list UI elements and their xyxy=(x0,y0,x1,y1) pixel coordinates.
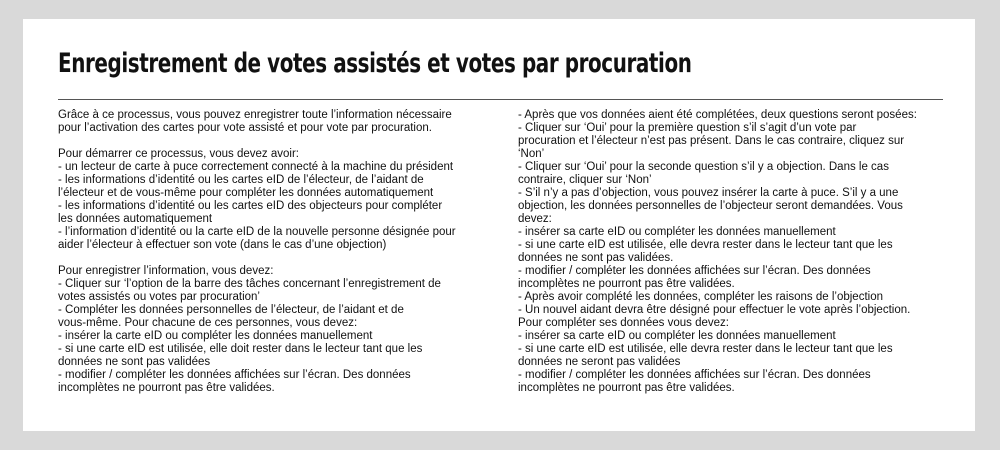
text-line: devez: xyxy=(518,213,552,225)
text-line: incomplètes ne pourront pas être validée… xyxy=(518,278,735,290)
text-line: contraire, cliquer sur ‘Non’ xyxy=(518,174,652,186)
text-line: données ne sont pas validées. xyxy=(518,252,674,264)
text-line: - les informations d’identité ou les car… xyxy=(58,200,443,212)
right-column: - Après que vos données aient été complé… xyxy=(518,109,963,395)
text-line: - Cliquer sur ‘Oui’ pour la première que… xyxy=(518,122,857,134)
text-line: - si une carte eID est utilisée, elle do… xyxy=(58,343,423,355)
text-line: Pour démarrer ce processus, vous devez a… xyxy=(58,148,299,160)
text-line: - modifier / compléter les données affic… xyxy=(58,369,411,381)
text-line: pour l’activation des cartes pour vote a… xyxy=(58,122,432,134)
text-line: - si une carte eID est utilisée, elle de… xyxy=(518,239,893,251)
text-line: - Un nouvel aidant devra être désigné po… xyxy=(518,304,911,316)
text-line: incomplètes ne pourront pas être validée… xyxy=(518,382,735,394)
text-line: - Compléter les données personnelles de … xyxy=(58,304,404,316)
text-line: les données automatiquement xyxy=(58,213,213,225)
text-line: - les informations d’identité ou les car… xyxy=(58,174,424,186)
text-line: - Après avoir complété les données, comp… xyxy=(518,291,883,303)
text-line: objection, les données personnelles de l… xyxy=(518,200,903,212)
document-card: Enregistrement de votes assistés et vote… xyxy=(23,19,975,431)
text-line: - un lecteur de carte à puce correctemen… xyxy=(58,161,454,173)
text-line: aider l’électeur à effectuer son vote (d… xyxy=(58,239,387,251)
text-line: - l’information d’identité ou la carte e… xyxy=(58,226,456,238)
text-line: Pour compléter ses données vous devez: xyxy=(518,317,729,329)
text-line: - insérer sa carte eID ou compléter les … xyxy=(518,226,836,238)
title-divider xyxy=(58,99,943,100)
text-line: - Après que vos données aient été complé… xyxy=(518,109,917,121)
text-line: Pour enregistrer l’information, vous dev… xyxy=(58,265,274,277)
text-line: incomplètes ne pourront pas être validée… xyxy=(58,382,275,394)
text-line: - Cliquer sur ‘Oui’ pour la seconde ques… xyxy=(518,161,889,173)
text-line: votes assistés ou votes par procuration’ xyxy=(58,291,260,303)
text-line: - si une carte eID est utilisée, elle de… xyxy=(518,343,893,355)
text-line: - Cliquer sur ‘l’option de la barre des … xyxy=(58,278,441,290)
text-line: procuration et l’électeur n’est pas prés… xyxy=(518,135,905,147)
text-line: ‘Non’ xyxy=(518,148,545,160)
left-column: Grâce à ce processus, vous pouvez enregi… xyxy=(58,109,513,395)
text-line: - insérer sa carte eID ou compléter les … xyxy=(518,330,836,342)
text-line: - modifier / compléter les données affic… xyxy=(518,265,871,277)
page-title: Enregistrement de votes assistés et vote… xyxy=(58,48,692,79)
text-line: - insérer la carte eID ou compléter les … xyxy=(58,330,373,342)
text-line: données ne seront pas validées xyxy=(518,356,681,368)
text-line: - modifier / compléter les données affic… xyxy=(518,369,871,381)
text-line: l’électeur et de vous-même pour compléte… xyxy=(58,187,434,199)
text-line: données ne sont pas validées xyxy=(58,356,211,368)
text-line: - S’il n’y a pas d’objection, vous pouve… xyxy=(518,187,899,199)
text-line: vous-même. Pour chacune de ces personnes… xyxy=(58,317,358,329)
text-line: Grâce à ce processus, vous pouvez enregi… xyxy=(58,109,452,121)
